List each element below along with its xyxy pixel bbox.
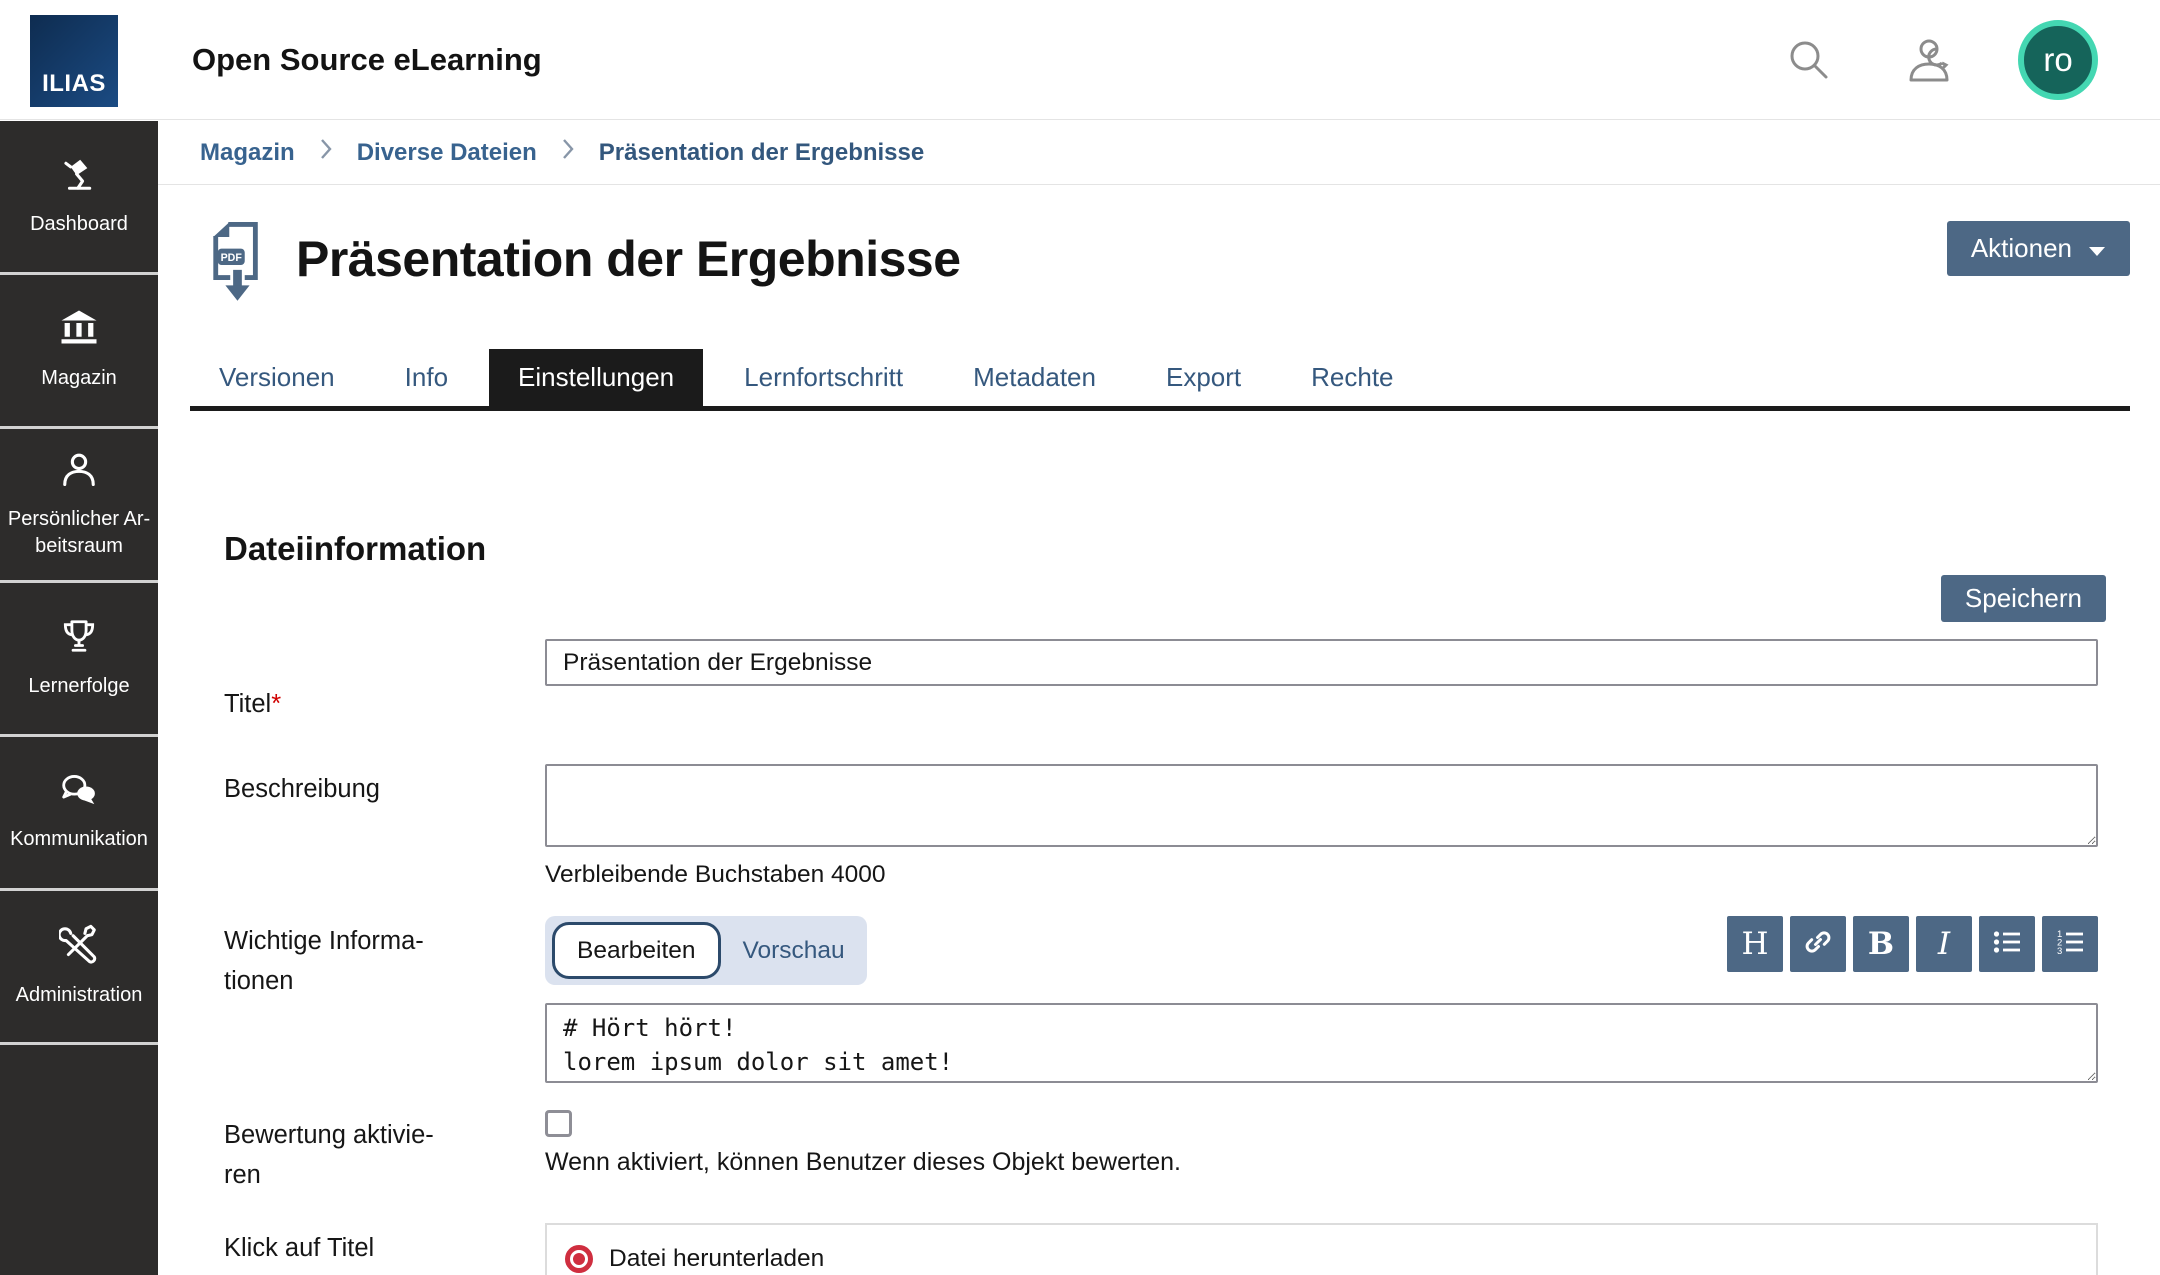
crossed-tools-icon xyxy=(59,924,99,969)
topbar-icons: ro xyxy=(1786,0,2098,119)
user-avatar[interactable]: ro xyxy=(2018,20,2098,100)
titel-label: Titel* xyxy=(224,639,545,724)
italic-button[interactable]: I xyxy=(1916,916,1972,972)
markdown-editor-header: Bearbeiten Vorschau H xyxy=(545,916,2098,985)
object-title-row: PDF Präsentation der Ergebnisse Aktionen xyxy=(190,219,2130,325)
sidebar-item-administration[interactable]: Administration xyxy=(0,891,158,1045)
breadcrumb-item-diverse-dateien[interactable]: Diverse Dateien xyxy=(357,139,537,167)
person-icon xyxy=(60,450,98,493)
sidebar-item-persoenlicher-arbeitsraum[interactable]: Persönlicher Ar- beitsraum xyxy=(0,429,158,583)
main-menu-sidebar: Dashboard Magazin Persönlic xyxy=(0,121,158,1275)
top-bar: ILIAS Open Source eLearning ro xyxy=(0,0,2160,120)
breadcrumb: Magazin Diverse Dateien Präsentation der… xyxy=(158,121,2160,185)
required-mark: * xyxy=(271,690,281,718)
unordered-list-icon xyxy=(1992,927,2022,962)
unordered-list-button[interactable] xyxy=(1979,916,2035,972)
form-row-klick-auf-titel: Klick auf Titel Datei herunterladen Info… xyxy=(224,1223,2098,1275)
breadcrumb-item-current[interactable]: Präsentation der Ergebnisse xyxy=(599,139,924,167)
bewertung-label: Bewertung aktivie- ren xyxy=(224,1110,545,1195)
svg-text:PDF: PDF xyxy=(221,252,243,264)
beschreibung-label: Beschreibung xyxy=(224,764,545,888)
link-icon xyxy=(1802,926,1834,963)
link-button[interactable] xyxy=(1790,916,1846,972)
sidebar-item-label: Magazin xyxy=(41,365,117,391)
bold-button[interactable]: B xyxy=(1853,916,1909,972)
sidebar-item-lernerfolge[interactable]: Lernerfolge xyxy=(0,583,158,737)
form-row-wichtige-informationen: Wichtige Informa- tionen Bearbeiten Vors… xyxy=(224,916,2098,1088)
ilias-app: ILIAS Open Source eLearning ro xyxy=(0,0,2160,1275)
avatar-initials: ro xyxy=(2043,41,2072,79)
bold-glyph: B xyxy=(1868,926,1894,962)
sidebar-item-label: Kommunikation xyxy=(10,826,148,852)
tab-lernfortschritt[interactable]: Lernfortschritt xyxy=(715,349,932,406)
object-tabs: Versionen Info Einstellungen Lernfortsch… xyxy=(190,349,2130,411)
repository-building-icon xyxy=(59,309,99,352)
app-title: Open Source eLearning xyxy=(192,42,542,78)
save-button[interactable]: Speichern xyxy=(1941,575,2106,622)
tab-metadaten[interactable]: Metadaten xyxy=(944,349,1125,406)
bewertung-checkbox[interactable] xyxy=(545,1110,572,1137)
breadcrumb-item-magazin[interactable]: Magazin xyxy=(200,139,295,167)
editor-mode-switch: Bearbeiten Vorschau xyxy=(545,916,867,985)
markdown-toolbar: H xyxy=(1727,916,2098,972)
trophy-icon xyxy=(60,617,98,660)
form-row-bewertung: Bewertung aktivie- ren Wenn aktiviert, k… xyxy=(224,1110,2098,1195)
heading-button[interactable]: H xyxy=(1727,916,1783,972)
klick-auf-titel-label: Klick auf Titel xyxy=(224,1223,545,1275)
sidebar-item-label: Persönlicher Ar- beitsraum xyxy=(8,506,150,559)
titel-label-text: Titel xyxy=(224,690,271,718)
tab-info[interactable]: Info xyxy=(376,349,477,406)
chars-remaining-text: Verbleibende Buchstaben 4000 xyxy=(545,862,2098,888)
pdf-file-icon: PDF xyxy=(208,219,266,318)
actions-dropdown-button[interactable]: Aktionen xyxy=(1947,221,2130,276)
chevron-right-icon xyxy=(561,137,575,168)
beschreibung-textarea[interactable] xyxy=(545,764,2098,847)
svg-text:3: 3 xyxy=(2057,946,2062,957)
tab-versionen[interactable]: Versionen xyxy=(190,349,364,406)
sidebar-item-label: Dashboard xyxy=(30,211,128,237)
page-content: PDF Präsentation der Ergebnisse Aktionen… xyxy=(158,219,2160,1275)
actions-button-label: Aktionen xyxy=(1971,233,2072,264)
search-icon[interactable] xyxy=(1786,37,1832,83)
radio-option-label: Datei herunterladen xyxy=(609,1245,824,1273)
tab-rechte[interactable]: Rechte xyxy=(1282,349,1422,406)
sidebar-item-kommunikation[interactable]: Kommunikation xyxy=(0,737,158,891)
form-row-beschreibung: Beschreibung Verbleibende Buchstaben 400… xyxy=(224,764,2098,888)
tab-einstellungen[interactable]: Einstellungen xyxy=(489,349,703,406)
desk-lamp-icon xyxy=(60,155,98,198)
wichtige-informationen-label: Wichtige Informa- tionen xyxy=(224,916,545,1088)
chat-bubbles-icon xyxy=(59,772,99,813)
form-row-titel: Titel* xyxy=(224,639,2098,724)
radio-selected-icon[interactable] xyxy=(565,1245,593,1273)
ilias-logo[interactable]: ILIAS xyxy=(30,15,118,107)
editor-tab-bearbeiten[interactable]: Bearbeiten xyxy=(552,922,721,979)
page-title: Präsentation der Ergebnisse xyxy=(296,229,961,289)
bewertung-help-text: Wenn aktiviert, können Benutzer dieses O… xyxy=(545,1149,2098,1175)
sidebar-item-label: Lernerfolge xyxy=(28,673,129,699)
italic-glyph: I xyxy=(1938,926,1950,962)
editor-tab-vorschau[interactable]: Vorschau xyxy=(743,937,845,965)
section-title: Dateiinformation xyxy=(224,529,2130,569)
ordered-list-button[interactable]: 1 2 3 xyxy=(2042,916,2098,972)
ordered-list-icon: 1 2 3 xyxy=(2055,927,2085,962)
sidebar-item-dashboard[interactable]: Dashboard xyxy=(0,121,158,275)
klick-auf-titel-options: Datei herunterladen Infoseite anzeigen xyxy=(545,1223,2098,1275)
radio-option-datei-herunterladen[interactable]: Datei herunterladen xyxy=(547,1225,2096,1275)
titel-input[interactable] xyxy=(545,639,2098,686)
tab-export[interactable]: Export xyxy=(1137,349,1270,406)
heading-glyph: H xyxy=(1741,926,1768,962)
who-is-online-icon[interactable] xyxy=(1898,36,1952,84)
ilias-logo-text: ILIAS xyxy=(42,70,106,98)
sidebar-item-magazin[interactable]: Magazin xyxy=(0,275,158,429)
sidebar-item-label: Administration xyxy=(16,982,143,1008)
chevron-right-icon xyxy=(319,137,333,168)
markdown-textarea[interactable]: # Hört hört! lorem ipsum dolor sit amet! xyxy=(545,1003,2098,1083)
caret-down-icon xyxy=(2088,233,2106,264)
main-area: Magazin Diverse Dateien Präsentation der… xyxy=(158,121,2160,1275)
settings-form: Speichern Dateiinformation Titel* Beschr… xyxy=(190,529,2130,1275)
